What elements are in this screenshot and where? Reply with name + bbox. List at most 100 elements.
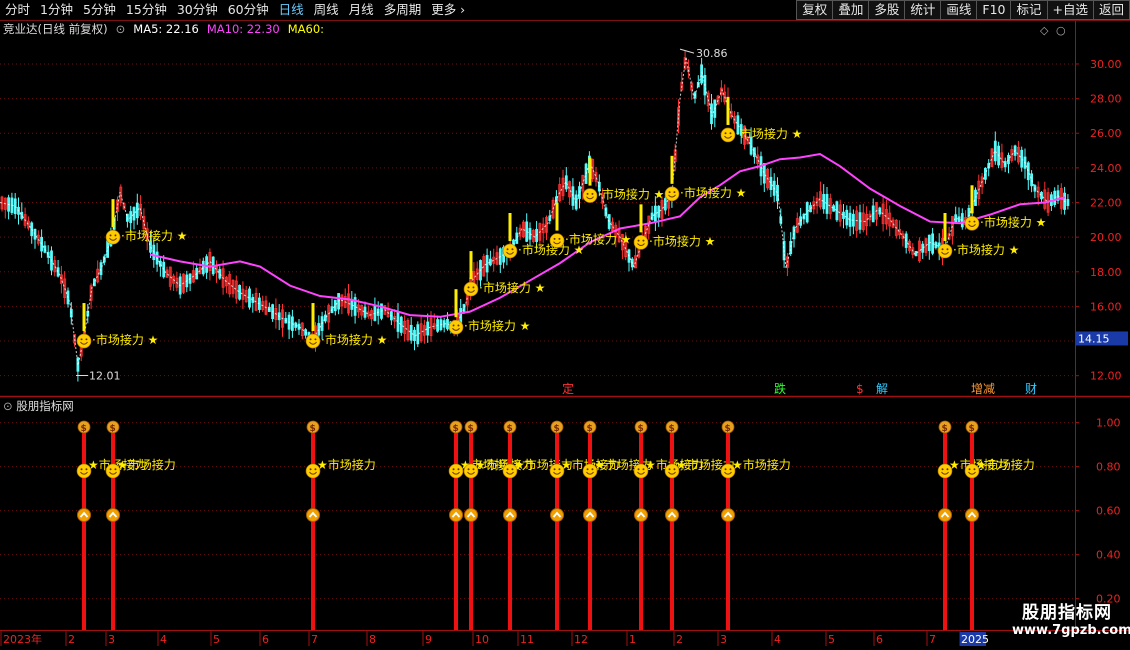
x-label-0: 2023年 — [3, 632, 42, 646]
money-bag-symbol-9: $ — [669, 424, 675, 434]
high-label: 30.86 — [696, 47, 728, 60]
stock-chart[interactable]: 12.0014.0016.0018.0020.0022.0024.0026.00… — [0, 0, 1130, 650]
low-label: 12.01 — [89, 370, 121, 383]
sub-signal-bar-2 — [311, 422, 315, 630]
candle-body — [238, 284, 242, 300]
signal-bar-1 — [111, 199, 115, 228]
sub-signal-bar-11 — [943, 422, 947, 630]
sub-panel-title: 股朋指标网 — [16, 399, 74, 413]
candle-body — [317, 323, 321, 336]
signal-label-11: ·市场接力 ★ — [953, 242, 1019, 257]
signal-smiley-icon-2-eye — [309, 338, 312, 341]
candle-body — [205, 256, 209, 273]
main-ylabel-2: 16.00 — [1090, 300, 1122, 313]
candle-body — [789, 241, 793, 254]
candle-body — [409, 324, 413, 341]
signal-label-10: ·市场接力 ★ — [736, 126, 802, 141]
signal-bar-10 — [726, 96, 730, 125]
candle-body — [13, 198, 17, 215]
candle-body — [43, 245, 47, 253]
candle-body — [459, 308, 463, 324]
signal-smiley-icon-7-eye — [591, 192, 594, 195]
x-label-12: 1 — [629, 633, 636, 646]
sub-signal-label-1: ★市场接力 — [117, 457, 176, 472]
signal-bar-5 — [508, 213, 512, 241]
event-tag-3: 解 — [876, 382, 888, 396]
event-tag-0: 定 — [562, 381, 574, 396]
chevron-up-icon-4 — [464, 508, 478, 522]
candle-body — [792, 226, 796, 240]
signal-bar-11 — [943, 213, 947, 241]
sub-smiley-icon-7-eye — [586, 468, 589, 471]
signal-bar-12 — [970, 185, 974, 214]
x-label-14: 3 — [720, 633, 727, 646]
chevron-up-icon-1 — [106, 508, 120, 522]
signal-label-1: ·市场接力 ★ — [121, 228, 187, 243]
signal-smiley-icon-12-eye — [973, 220, 976, 223]
sub-ylabel-2: 0.60 — [1096, 505, 1121, 518]
watermark: 股朋指标网 www.7gpzb.com — [1012, 598, 1130, 638]
chevron-up-icon-10 — [721, 508, 735, 522]
signal-label-4: ·市场接力 ★ — [479, 280, 545, 295]
sub-signal-label-2: ★市场接力 — [317, 457, 376, 472]
signal-smiley-icon-1-eye — [109, 234, 112, 237]
sub-smiley-icon-2-eye — [309, 468, 312, 471]
main-ylabel-3: 18.00 — [1090, 266, 1122, 279]
event-tag-5: 财 — [1025, 382, 1037, 396]
signal-bar-9 — [670, 155, 674, 184]
candle-body — [106, 240, 109, 258]
x-label-9: 10 — [475, 633, 489, 646]
chevron-up-icon-6 — [550, 508, 564, 522]
signal-label-3: ·市场接力 ★ — [464, 318, 530, 333]
sub-smiley-icon-9-eye — [668, 468, 671, 471]
signal-smiley-icon-2 — [305, 333, 321, 349]
event-tag-4: 增减 — [971, 382, 995, 396]
sub-signal-bar-5 — [508, 422, 512, 630]
signal-smiley-icon-1 — [105, 229, 121, 245]
x-label-13: 2 — [676, 633, 683, 646]
main-ylabel-9: 30.00 — [1090, 58, 1122, 71]
sub-signal-bar-1 — [111, 422, 115, 630]
sub-signal-label-10: ★市场接力 — [732, 457, 791, 472]
money-bag-symbol-2: $ — [310, 424, 316, 434]
signal-bar-2 — [311, 303, 315, 332]
x-label-16: 5 — [828, 633, 835, 646]
signal-smiley-icon-12 — [964, 215, 980, 231]
signal-smiley-icon-3-eye — [452, 324, 455, 327]
x-label-8: 9 — [425, 633, 432, 646]
chevron-up-icon-0 — [77, 508, 91, 522]
sub-smiley-icon-4-eye — [467, 468, 470, 471]
signal-smiley-icon-11-eye — [946, 248, 949, 251]
legend-toggle-icon[interactable]: ⊙ — [116, 21, 126, 37]
sub-ylabel-4: 1.00 — [1096, 417, 1121, 430]
candle-body — [99, 262, 103, 276]
candle-body — [710, 103, 713, 125]
signal-smiley-icon-10 — [720, 127, 736, 143]
candle-body — [753, 147, 756, 158]
signal-smiley-icon-11 — [937, 243, 953, 259]
candle-body — [162, 261, 166, 278]
current-price-label: 14.15 — [1078, 332, 1110, 345]
signal-smiley-icon-4-eye — [472, 286, 475, 289]
signal-smiley-icon-5-eye — [511, 248, 514, 251]
signal-label-12: ·市场接力 ★ — [980, 214, 1046, 229]
chevron-up-icon-7 — [583, 508, 597, 522]
candle-body — [20, 211, 24, 219]
candle-body — [769, 176, 773, 191]
signal-bar-0 — [82, 303, 86, 332]
candle-body — [762, 163, 766, 184]
sub-signal-bar-4 — [469, 422, 473, 630]
main-ylabel-6: 24.00 — [1090, 162, 1122, 175]
stock-title: 竞业达(日线 前复权) — [3, 22, 108, 36]
main-ylabel-8: 28.00 — [1090, 93, 1122, 106]
main-ylabel-4: 20.00 — [1090, 231, 1122, 244]
money-bag-symbol-0: $ — [81, 424, 87, 434]
main-legend: 竞业达(日线 前复权) ⊙ MA5: 22.16 MA10: 22.30 MA6… — [3, 21, 324, 37]
money-bag-symbol-4: $ — [468, 424, 474, 434]
candle-body — [1007, 154, 1010, 165]
sub-smiley-icon-11-eye — [941, 468, 944, 471]
signal-label-7: ·市场接力 ★ — [598, 187, 664, 202]
signal-smiley-icon-3 — [448, 319, 464, 335]
sub-toggle-icon[interactable]: ⊙ — [3, 399, 13, 413]
candle-body — [654, 205, 657, 223]
